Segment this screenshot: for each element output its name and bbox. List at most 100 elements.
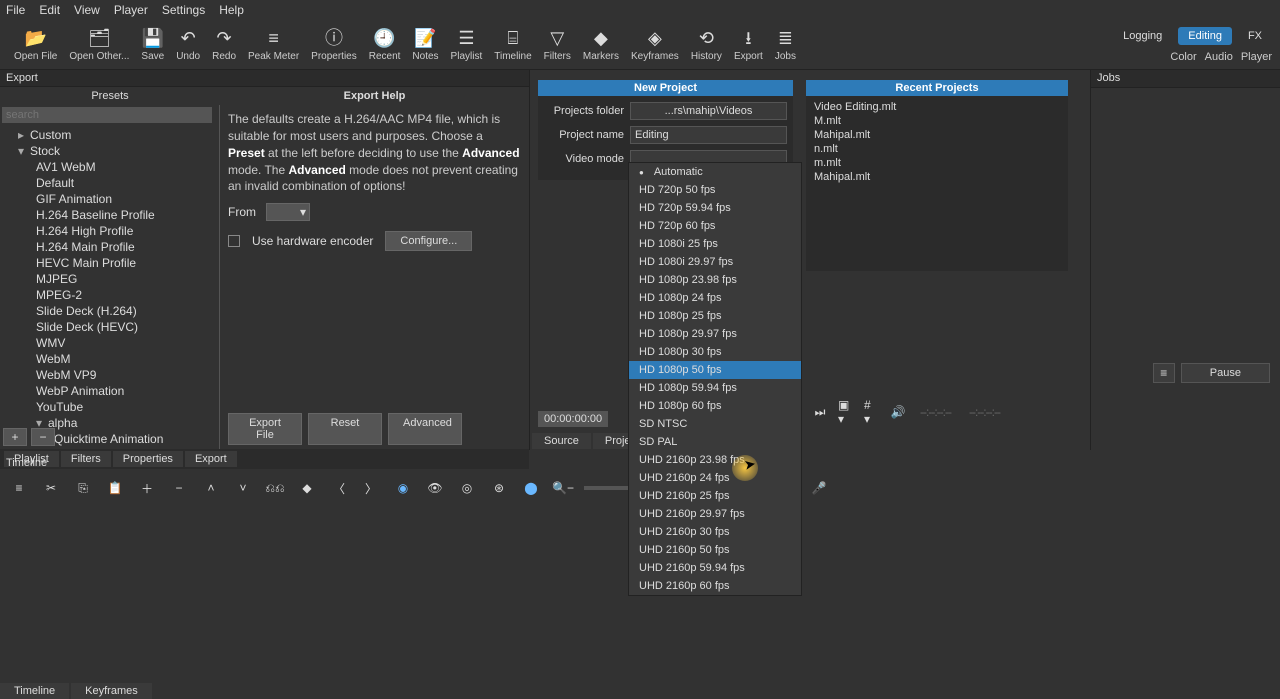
paste-icon[interactable]: 📋 xyxy=(104,477,126,499)
export-file-button[interactable]: Export File xyxy=(228,413,302,445)
tab-keyframes[interactable]: Keyframes xyxy=(71,683,152,699)
toolbar-properties[interactable]: ⓘProperties xyxy=(305,27,363,62)
toolbar-save[interactable]: 💾Save xyxy=(135,27,170,62)
toolbar-markers[interactable]: ◆Markers xyxy=(577,27,625,62)
preset-search-input[interactable] xyxy=(2,107,212,123)
add-icon[interactable]: ＋ xyxy=(136,477,158,499)
toolbar-jobs[interactable]: ≣Jobs xyxy=(769,27,802,62)
add-preset-button[interactable]: + xyxy=(3,428,27,446)
menu-settings[interactable]: Settings xyxy=(162,3,205,17)
hw-encoder-checkbox[interactable] xyxy=(228,235,240,247)
toolbar-notes[interactable]: 📝Notes xyxy=(406,27,444,62)
prev-icon[interactable]: 〈 xyxy=(328,477,350,499)
video-mode-hd-1080i-29-97-fps[interactable]: HD 1080i 29.97 fps xyxy=(629,253,801,271)
video-mode-hd-1080p-23-98-fps[interactable]: HD 1080p 23.98 fps xyxy=(629,271,801,289)
video-mode-uhd-2160p-60-fps[interactable]: UHD 2160p 60 fps xyxy=(629,577,801,595)
menu-help[interactable]: Help xyxy=(219,3,244,17)
configure-button[interactable]: Configure... xyxy=(385,231,472,251)
video-mode-uhd-2160p-25-fps[interactable]: UHD 2160p 25 fps xyxy=(629,487,801,505)
preset-hevc-main-profile[interactable]: HEVC Main Profile xyxy=(0,255,219,271)
tab-timeline[interactable]: Timeline xyxy=(0,683,69,699)
layout-editing[interactable]: Editing xyxy=(1178,27,1232,45)
video-mode-uhd-2160p-29-97-fps[interactable]: UHD 2160p 29.97 fps xyxy=(629,505,801,523)
advanced-button[interactable]: Advanced xyxy=(388,413,462,445)
preset-h-264-baseline-profile[interactable]: H.264 Baseline Profile xyxy=(0,207,219,223)
timecode[interactable]: 00:00:00:00 xyxy=(538,411,608,427)
tab-source[interactable]: Source xyxy=(532,433,591,449)
preset-mpeg-2[interactable]: MPEG-2 xyxy=(0,287,219,303)
toolbar-open-file[interactable]: 📂Open File xyxy=(8,27,63,62)
preset-stock[interactable]: ▾Stock xyxy=(0,143,219,159)
menu-file[interactable]: File xyxy=(6,3,25,17)
recent-item[interactable]: m.mlt xyxy=(806,156,1068,170)
preset-slide-deck--hevc-[interactable]: Slide Deck (HEVC) xyxy=(0,319,219,335)
menu-view[interactable]: View xyxy=(74,3,100,17)
video-mode-dropdown[interactable]: AutomaticHD 720p 50 fpsHD 720p 59.94 fps… xyxy=(628,162,802,596)
video-mode-hd-720p-60-fps[interactable]: HD 720p 60 fps xyxy=(629,217,801,235)
snap-icon[interactable]: ◉ xyxy=(392,477,414,499)
video-mode-hd-1080p-29-97-fps[interactable]: HD 1080p 29.97 fps xyxy=(629,325,801,343)
video-mode-uhd-2160p-24-fps[interactable]: UHD 2160p 24 fps xyxy=(629,469,801,487)
ripple-all-icon[interactable]: ⊛ xyxy=(488,477,510,499)
toolbar-history[interactable]: ⟲History xyxy=(685,27,728,62)
pause-button[interactable]: Pause xyxy=(1181,363,1270,383)
preset-custom[interactable]: ▸Custom xyxy=(0,127,219,143)
video-mode-hd-1080p-59-94-fps[interactable]: HD 1080p 59.94 fps xyxy=(629,379,801,397)
record-audio-icon[interactable]: 🎤 xyxy=(808,477,830,499)
preset-webp-animation[interactable]: WebP Animation xyxy=(0,383,219,399)
preset-gif-animation[interactable]: GIF Animation xyxy=(0,191,219,207)
recent-item[interactable]: Mahipal.mlt xyxy=(806,128,1068,142)
preset-youtube[interactable]: YouTube xyxy=(0,399,219,415)
video-mode-uhd-2160p-30-fps[interactable]: UHD 2160p 30 fps xyxy=(629,523,801,541)
video-mode-hd-1080p-60-fps[interactable]: HD 1080p 60 fps xyxy=(629,397,801,415)
video-mode-hd-1080p-25-fps[interactable]: HD 1080p 25 fps xyxy=(629,307,801,325)
preset-slide-deck--h-264-[interactable]: Slide Deck (H.264) xyxy=(0,303,219,319)
layout-audio[interactable]: Audio xyxy=(1205,51,1233,63)
from-combo[interactable]: ▾ xyxy=(266,203,310,221)
preset-mjpeg[interactable]: MJPEG xyxy=(0,271,219,287)
preset-av1-webm[interactable]: AV1 WebM xyxy=(0,159,219,175)
video-mode-hd-1080p-24-fps[interactable]: HD 1080p 24 fps xyxy=(629,289,801,307)
video-mode-sd-pal[interactable]: SD PAL xyxy=(629,433,801,451)
cut-icon[interactable]: ✂ xyxy=(40,477,62,499)
recent-item[interactable]: n.mlt xyxy=(806,142,1068,156)
video-mode-hd-720p-50-fps[interactable]: HD 720p 50 fps xyxy=(629,181,801,199)
layout-player[interactable]: Player xyxy=(1241,51,1272,63)
reset-button[interactable]: Reset xyxy=(308,413,382,445)
next-icon[interactable]: 〉 xyxy=(360,477,382,499)
split-icon[interactable]: ⎌⎌ xyxy=(264,477,286,499)
grid-icon[interactable]: # ▾ xyxy=(864,404,880,420)
toolbar-open-other[interactable]: 🗂Open Other... xyxy=(63,27,135,62)
toolbar-redo[interactable]: ↷Redo xyxy=(206,27,242,62)
preset-h-264-main-profile[interactable]: H.264 Main Profile xyxy=(0,239,219,255)
menu-edit[interactable]: Edit xyxy=(39,3,60,17)
toolbar-peak[interactable]: ≡Peak Meter xyxy=(242,27,305,62)
preset-default[interactable]: Default xyxy=(0,175,219,191)
preset-webm[interactable]: WebM xyxy=(0,351,219,367)
preset-wmv[interactable]: WMV xyxy=(0,335,219,351)
projects-folder-field[interactable]: ...rs\mahip\Videos xyxy=(630,102,787,120)
layout-logging[interactable]: Logging xyxy=(1113,27,1172,45)
video-mode-sd-ntsc[interactable]: SD NTSC xyxy=(629,415,801,433)
recent-item[interactable]: M.mlt xyxy=(806,114,1068,128)
layout-fx[interactable]: FX xyxy=(1238,27,1272,45)
project-name-input[interactable]: Editing xyxy=(630,126,787,144)
copy-icon[interactable]: ⎘ xyxy=(72,477,94,499)
recent-item[interactable]: Video Editing.mlt xyxy=(806,100,1068,114)
marker-icon[interactable]: ◆ xyxy=(296,477,318,499)
video-mode-uhd-2160p-50-fps[interactable]: UHD 2160p 50 fps xyxy=(629,541,801,559)
video-mode-hd-720p-59-94-fps[interactable]: HD 720p 59.94 fps xyxy=(629,199,801,217)
zoom-fit-icon[interactable]: ▣ ▾ xyxy=(838,404,854,420)
menu-player[interactable]: Player xyxy=(114,3,148,17)
jobs-menu-icon[interactable]: ≡ xyxy=(1153,363,1175,383)
toolbar-export[interactable]: ⭳Export xyxy=(728,27,769,62)
toolbar-recent[interactable]: 🕘Recent xyxy=(363,27,407,62)
video-mode-uhd-2160p-59-94-fps[interactable]: UHD 2160p 59.94 fps xyxy=(629,559,801,577)
volume-icon[interactable]: 🔊 xyxy=(890,404,906,420)
timeline-menu-icon[interactable]: ≡ xyxy=(8,477,30,499)
toolbar-timeline[interactable]: ⌸Timeline xyxy=(488,27,537,62)
skip-next-icon[interactable]: ⏭ xyxy=(812,404,828,420)
toolbar-playlist[interactable]: ☰Playlist xyxy=(445,27,489,62)
recent-item[interactable]: Mahipal.mlt xyxy=(806,170,1068,184)
ripple-icon[interactable]: ◎ xyxy=(456,477,478,499)
